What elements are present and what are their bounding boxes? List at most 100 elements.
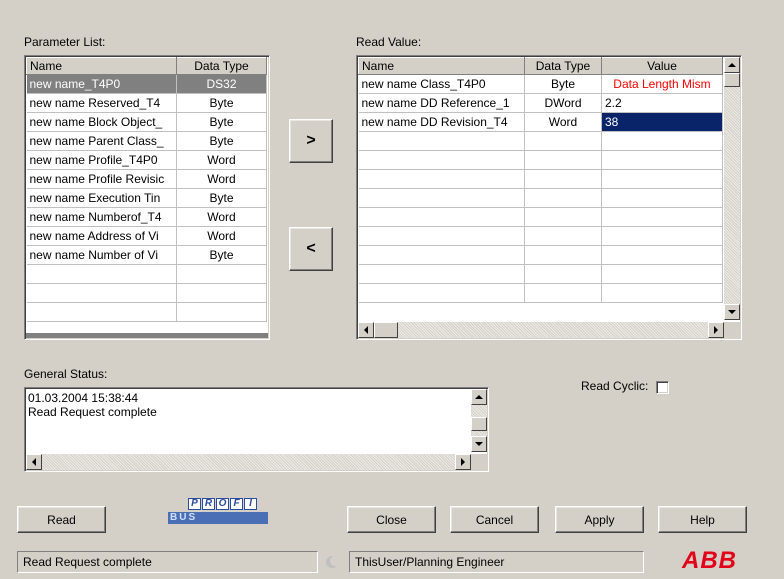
empty-row [26,283,267,303]
arrow-down-icon [728,310,736,314]
status-text: 01.03.2004 15:38:44 Read Request complet… [28,391,157,419]
cell-name: new name Numberof_T4 [26,207,177,227]
column-header-data-type[interactable]: Data Type [524,57,602,75]
column-header-data-type[interactable]: Data Type [176,57,267,75]
cell-data-type: Word [176,226,267,246]
cell-name: new name DD Revision_T4 [358,112,525,132]
logo-subtext: BUS [170,512,198,523]
cell-data-type: DWord [524,93,602,113]
scroll-down-button[interactable] [724,304,740,320]
table-row[interactable]: new name Execution Tin Byte [26,188,267,208]
scroll-up-button[interactable] [471,389,487,405]
cell-name: new name DD Reference_1 [358,93,525,113]
cell-data-type: Word [176,169,267,189]
empty-row [358,226,723,246]
cell-data-type: Word [176,207,267,227]
empty-cell [524,226,602,246]
horizontal-scrollbar[interactable] [358,322,724,338]
read-button[interactable]: Read [17,506,106,533]
scroll-thumb[interactable] [471,417,487,431]
empty-cell [524,283,602,303]
scroll-up-button[interactable] [724,57,740,73]
status-line: 01.03.2004 15:38:44 [28,391,139,405]
close-button[interactable]: Close [347,506,436,533]
cell-data-type: Word [176,150,267,170]
arrow-left-icon [32,458,36,466]
table-row[interactable]: new name Numberof_T4 Word [26,207,267,227]
read-cyclic-checkbox[interactable] [656,381,669,394]
empty-row [358,245,723,265]
empty-row [358,283,723,303]
empty-cell [601,188,723,208]
empty-row [26,302,267,322]
table-row[interactable]: new name DD Reference_1 DWord 2.2 [358,93,723,113]
scroll-thumb[interactable] [374,322,398,338]
cell-name: new name Execution Tin [26,188,177,208]
empty-cell [601,150,723,170]
vertical-scrollbar[interactable] [471,389,487,452]
scroll-thumb[interactable] [724,73,740,87]
table-row[interactable]: new name_T4P0 DS32 [26,74,267,94]
help-button[interactable]: Help [658,506,747,533]
empty-cell [26,283,177,303]
status-bar-message: Read Request complete [17,551,318,573]
empty-cell [601,283,723,303]
cell-value: 38 [601,112,723,132]
cell-name: new name Profile_T4P0 [26,150,177,170]
empty-row [358,150,723,170]
cell-data-type: Byte [176,188,267,208]
column-header-name[interactable]: Name [358,57,525,75]
apply-button[interactable]: Apply [555,506,644,533]
cell-name: new name Address of Vi [26,226,177,246]
empty-cell [524,150,602,170]
scroll-down-button[interactable] [471,436,487,452]
general-status-label: General Status: [24,367,108,381]
empty-cell [524,264,602,284]
empty-cell [176,302,267,322]
cancel-button[interactable]: Cancel [450,506,539,533]
table-row[interactable]: new name Number of Vi Byte [26,245,267,265]
scroll-left-button[interactable] [358,322,374,338]
table-row[interactable]: new name Profile Revisic Word [26,169,267,189]
empty-cell [358,131,525,151]
parameter-list-table[interactable]: Name Data Type new name_T4P0 DS32 new nam… [24,55,270,340]
arrow-right-icon [714,326,718,334]
arrow-down-icon [475,442,483,446]
scroll-right-button[interactable] [455,454,471,470]
logo-letter: P [188,498,201,510]
table-row[interactable]: new name Block Object_ Byte [26,112,267,132]
moon-icon [321,551,343,573]
cell-name: new name Class_T4P0 [358,74,525,94]
scroll-left-button[interactable] [26,454,42,470]
vertical-scrollbar[interactable] [724,57,740,320]
cell-name: new name Reserved_T4 [26,93,177,113]
arrow-right-icon [461,458,465,466]
empty-cell [524,207,602,227]
table-row[interactable]: new name Reserved_T4 Byte [26,93,267,113]
empty-cell [524,169,602,189]
empty-cell [176,264,267,284]
remove-parameter-button[interactable]: < [289,227,333,271]
empty-cell [601,245,723,265]
logo-letter: I [244,498,257,510]
table-row[interactable]: new name DD Revision_T4 Word 38 [358,112,723,132]
table-row[interactable]: new name Profile_T4P0 Word [26,150,267,170]
status-bar-user: ThisUser/Planning Engineer [349,551,644,573]
read-value-table[interactable]: Name Data Type Value new name Class_T4P0… [356,55,742,340]
table-row[interactable]: new name Class_T4P0 Byte Data Length Mis… [358,74,723,94]
table-row[interactable]: new name Parent Class_ Byte [26,131,267,151]
scroll-right-button[interactable] [708,322,724,338]
empty-cell [26,264,177,284]
cell-name: new name Block Object_ [26,112,177,132]
cell-data-type: DS32 [176,74,267,94]
column-header-value[interactable]: Value [601,57,723,75]
cell-name: new name_T4P0 [26,74,177,94]
column-header-name[interactable]: Name [26,57,177,75]
table-row[interactable]: new name Address of Vi Word [26,226,267,246]
empty-cell [26,302,177,322]
horizontal-scrollbar[interactable] [26,454,471,470]
empty-cell [601,131,723,151]
empty-cell [601,169,723,189]
general-status-box[interactable]: 01.03.2004 15:38:44 Read Request complet… [24,387,489,472]
add-parameter-button[interactable]: > [289,119,333,163]
